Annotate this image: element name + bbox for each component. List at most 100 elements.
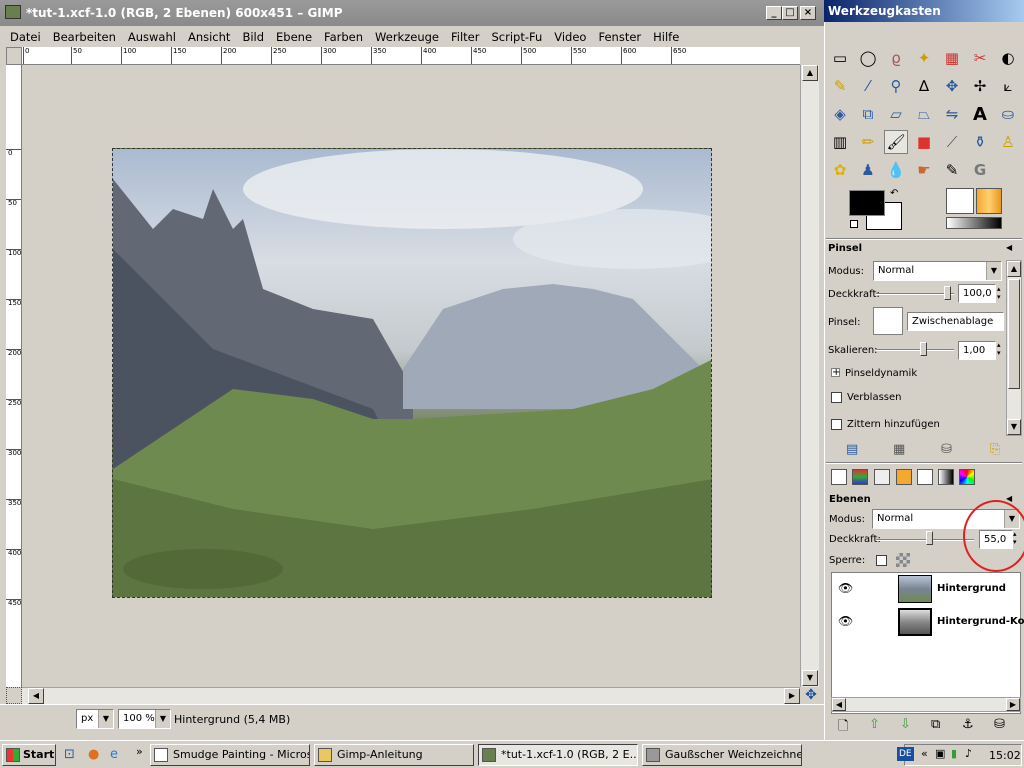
scroll-left-button[interactable]: ◀ — [832, 698, 846, 711]
spin-buttons-icon[interactable]: ▴ ▾ — [997, 285, 1001, 301]
network-icon[interactable]: ▣ — [935, 747, 945, 760]
menu-bearbeiten[interactable]: Bearbeiten — [47, 30, 122, 44]
raise-layer-icon[interactable]: ⇧ — [869, 717, 880, 732]
paintbrush-icon[interactable]: 🖌 — [884, 130, 908, 154]
scroll-down-button[interactable]: ▼ — [1007, 419, 1021, 435]
vertical-scrollbar[interactable]: ▲ ▼ — [800, 65, 819, 687]
tray-expand-icon[interactable]: « — [921, 747, 928, 760]
eye-icon[interactable]: 👁 — [838, 581, 853, 595]
show-desktop-icon[interactable]: ⊡ — [64, 747, 75, 762]
scroll-left-button[interactable]: ◀ — [28, 688, 44, 704]
shear-icon[interactable]: ▱ — [884, 102, 908, 126]
menu-farben[interactable]: Farben — [318, 30, 369, 44]
menu-fenster[interactable]: Fenster — [592, 30, 647, 44]
perspective-clone-icon[interactable]: ♟ — [856, 158, 880, 182]
patterns-tab-icon[interactable] — [896, 469, 912, 485]
language-indicator[interactable]: DE — [897, 747, 914, 761]
eye-icon[interactable]: 👁 — [838, 614, 853, 628]
ink-icon[interactable]: ⚱ — [968, 130, 992, 154]
canvas-image[interactable] — [112, 148, 712, 598]
layer-list-hscroll[interactable]: ◀ ▶ — [831, 697, 1021, 712]
layer-row[interactable]: 👁 Hintergrund — [832, 573, 1020, 605]
volume-icon[interactable]: ♪ — [965, 747, 972, 760]
start-button[interactable]: Start — [2, 744, 56, 766]
gradients-tab-icon[interactable] — [938, 469, 954, 485]
lock-alpha-checkbox[interactable] — [876, 555, 887, 566]
menu-hilfe[interactable]: Hilfe — [647, 30, 685, 44]
firefox-icon[interactable]: ● — [88, 747, 99, 762]
new-layer-icon[interactable]: 🗋 — [838, 717, 848, 739]
paths-tab-icon[interactable] — [874, 469, 890, 485]
scroll-up-button[interactable]: ▲ — [1007, 261, 1021, 277]
minimize-button[interactable]: _ — [766, 6, 782, 20]
active-gradient-preview[interactable] — [946, 217, 1002, 229]
brush-preview[interactable] — [873, 307, 903, 335]
brush-opacity-slider-thumb[interactable] — [944, 286, 951, 300]
brushes-tab-icon[interactable] — [917, 469, 933, 485]
unit-select[interactable]: px ▼ — [76, 709, 114, 729]
layer-list[interactable]: 👁 Hintergrund 👁 Hintergrund-Kop — [831, 572, 1024, 714]
navigate-icon[interactable]: ✥ — [802, 687, 820, 704]
restore-options-icon[interactable]: ▦ — [893, 442, 905, 457]
clone-icon[interactable]: ♙ — [996, 130, 1020, 154]
save-options-icon[interactable]: ▤ — [846, 442, 858, 457]
layers-tab-icon[interactable] — [831, 469, 847, 485]
layer-name[interactable]: Hintergrund — [937, 583, 1006, 594]
scroll-up-button[interactable]: ▲ — [802, 65, 818, 81]
horizontal-scrollbar[interactable]: ◀ ▶ — [22, 687, 800, 704]
quicklaunch-more-icon[interactable]: » — [136, 745, 143, 758]
fade-checkbox[interactable] — [831, 392, 842, 403]
menu-ansicht[interactable]: Ansicht — [182, 30, 236, 44]
menu-video[interactable]: Video — [548, 30, 592, 44]
ellipse-select-icon[interactable]: ◯ — [856, 46, 880, 70]
blur-icon[interactable]: 💧 — [884, 158, 908, 182]
close-button[interactable]: × — [800, 6, 816, 20]
lower-layer-icon[interactable]: ⇩ — [900, 717, 911, 732]
expand-icon[interactable]: + — [831, 368, 840, 378]
eraser-icon[interactable]: ■ — [912, 130, 936, 154]
scroll-down-button[interactable]: ▼ — [802, 670, 818, 686]
flip-icon[interactable]: ⇋ — [940, 102, 964, 126]
gegl-icon[interactable]: G — [968, 158, 992, 182]
layer-name[interactable]: Hintergrund-Kop — [937, 616, 1024, 627]
taskbar-blur[interactable]: Gaußscher Weichzeichner — [642, 744, 802, 766]
default-colors-icon[interactable] — [850, 220, 858, 228]
menu-werkzeuge[interactable]: Werkzeuge — [369, 30, 445, 44]
duplicate-layer-icon[interactable]: ⧉ — [931, 717, 940, 732]
measure-icon[interactable]: ∆ — [912, 74, 936, 98]
color-picker-icon[interactable]: ⁄ — [856, 74, 880, 98]
brush-options-scrollbar[interactable]: ▲ ▼ — [1006, 260, 1022, 436]
reset-options-icon[interactable]: ⎘ — [990, 442, 1000, 457]
panel-menu-icon[interactable]: ◀ — [1006, 243, 1012, 252]
select-by-color-icon[interactable]: ▦ — [940, 46, 964, 70]
maximize-button[interactable]: □ — [782, 6, 798, 20]
brush-scale-slider[interactable] — [876, 349, 954, 351]
scale-icon[interactable]: ⧉ — [856, 102, 880, 126]
pencil-icon[interactable]: ✏ — [856, 130, 880, 154]
scroll-right-button[interactable]: ▶ — [1006, 698, 1020, 711]
airbrush-icon[interactable]: ⟋ — [940, 130, 964, 154]
brush-mode-select[interactable]: Normal ▼ — [873, 261, 1002, 281]
menu-script-fu[interactable]: Script-Fu — [485, 30, 548, 44]
menu-ebene[interactable]: Ebene — [270, 30, 318, 44]
menu-datei[interactable]: Datei — [4, 30, 47, 44]
horizontal-ruler[interactable]: 0 50 100 150 200 250 300 350 400 450 500… — [22, 47, 800, 65]
brush-name-field[interactable]: Zwischenablage — [907, 312, 1004, 331]
scroll-right-button[interactable]: ▶ — [784, 688, 800, 704]
vertical-ruler[interactable]: 0 50 100 150 200 250 300 350 400 450 — [6, 65, 22, 687]
paths-icon[interactable]: ✎ — [828, 74, 852, 98]
taskbar-word[interactable]: Smudge Painting - Micros... — [150, 744, 310, 766]
anchor-layer-icon[interactable]: ⚓ — [962, 717, 974, 732]
active-pattern-preview[interactable] — [976, 188, 1002, 214]
brush-opacity-input[interactable]: 100,0 — [958, 284, 996, 303]
ie-icon[interactable]: e — [110, 747, 118, 762]
active-brush-preview[interactable] — [946, 188, 974, 214]
menu-bild[interactable]: Bild — [236, 30, 270, 44]
text-icon[interactable]: A — [968, 102, 992, 126]
signal-icon[interactable]: ▮ — [951, 747, 957, 760]
layer-row[interactable]: 👁 Hintergrund-Kop — [832, 606, 1024, 638]
delete-options-icon[interactable]: ⛁ — [941, 442, 952, 457]
brush-opacity-slider[interactable] — [876, 293, 954, 295]
ruler-corner[interactable] — [6, 47, 22, 65]
brush-scale-slider-thumb[interactable] — [920, 342, 927, 356]
